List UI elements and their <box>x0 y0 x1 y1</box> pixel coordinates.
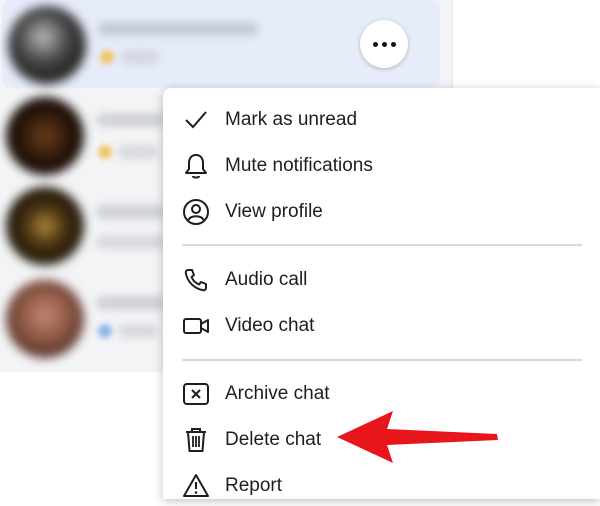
blurred-message-preview <box>96 235 166 249</box>
avatar <box>6 187 84 265</box>
menu-divider <box>182 244 582 246</box>
avatar <box>6 280 84 358</box>
menu-divider <box>182 359 582 361</box>
bell-icon <box>181 151 211 181</box>
menu-item-label: Delete chat <box>225 429 322 450</box>
menu-item-label: Mark as unread <box>225 109 358 130</box>
user-circle-icon <box>181 197 211 227</box>
menu-item-report[interactable]: Report <box>163 466 600 506</box>
menu-item-label: Report <box>225 475 283 496</box>
blurred-contact-name <box>96 205 166 219</box>
phone-icon <box>181 265 211 295</box>
blurred-message-preview <box>118 324 158 338</box>
blurred-emoji <box>100 50 114 64</box>
checkmark-icon <box>181 105 211 135</box>
menu-item-label: Video chat <box>225 315 315 336</box>
menu-item-audio-call[interactable]: Audio call <box>163 260 600 300</box>
trash-icon <box>181 425 211 455</box>
blurred-message-preview <box>118 145 158 159</box>
avatar <box>8 6 86 84</box>
menu-item-label: Audio call <box>225 269 308 290</box>
video-camera-icon <box>181 311 211 341</box>
archive-x-icon <box>181 379 211 409</box>
menu-item-label: Mute notifications <box>225 155 373 176</box>
blurred-contact-name <box>98 22 258 36</box>
menu-item-video-chat[interactable]: Video chat <box>163 306 600 346</box>
blurred-emoji <box>98 145 112 159</box>
more-horizontal-icon <box>372 41 396 47</box>
menu-item-mark-as-unread[interactable]: Mark as unread <box>163 100 600 140</box>
menu-item-label: View profile <box>225 201 323 222</box>
menu-item-mute-notifications[interactable]: Mute notifications <box>163 146 600 186</box>
blurred-contact-name <box>96 296 166 310</box>
blurred-emoji <box>98 324 112 338</box>
chat-item-selected[interactable] <box>2 0 440 88</box>
warning-triangle-icon <box>181 471 211 501</box>
red-arrow-pointer <box>337 411 498 463</box>
more-options-button[interactable] <box>360 20 408 68</box>
blurred-contact-name <box>96 113 166 127</box>
avatar <box>6 97 84 175</box>
menu-item-label: Archive chat <box>225 383 330 404</box>
blurred-message-preview <box>120 50 160 64</box>
menu-item-view-profile[interactable]: View profile <box>163 192 600 232</box>
